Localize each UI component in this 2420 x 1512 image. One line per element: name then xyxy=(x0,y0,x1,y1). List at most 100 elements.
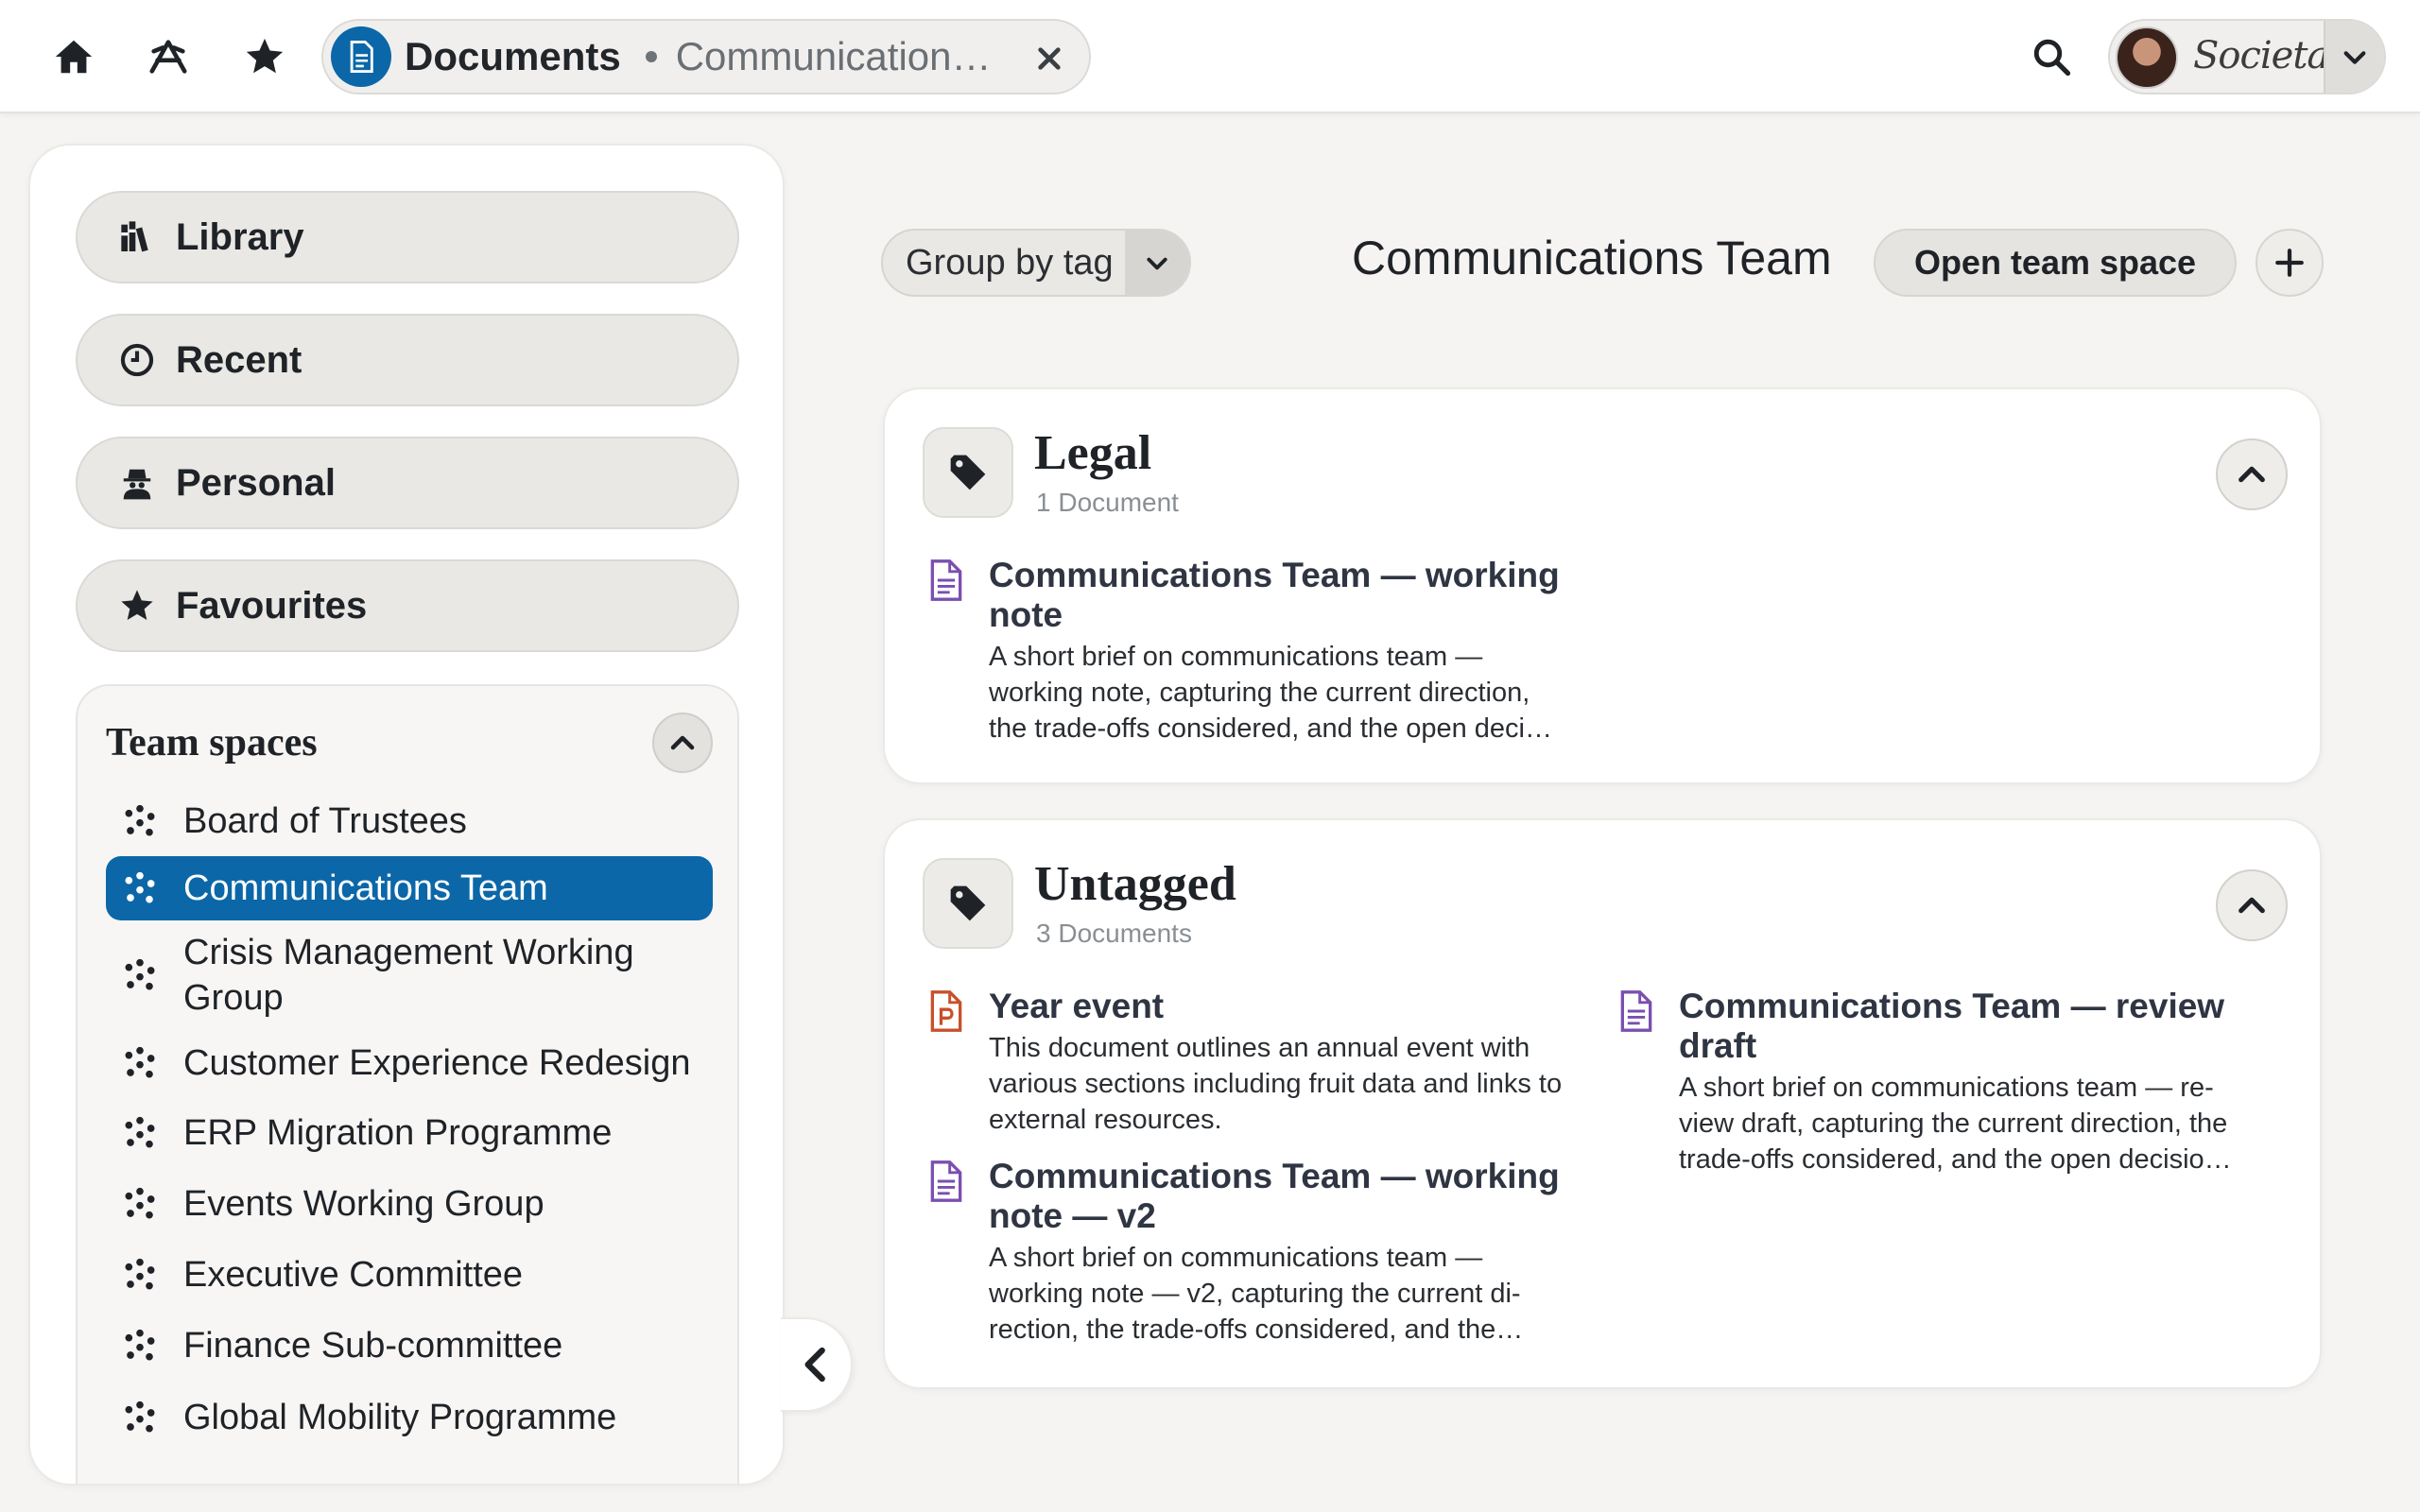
team-item-label: Customer Experience Redesign xyxy=(183,1043,691,1083)
team-icon xyxy=(125,1116,155,1148)
document-title: Communications Team — working note xyxy=(989,556,1560,634)
collapse-sidebar-button[interactable] xyxy=(781,1317,853,1412)
team-item-label: Crisis Management Working Group xyxy=(183,933,634,1018)
chevron-up-icon xyxy=(2238,466,2265,483)
plus-icon xyxy=(2275,249,2304,277)
nav-favourites-label: Favourites xyxy=(176,584,368,627)
team-item-communications-team[interactable]: Communications Team xyxy=(106,856,713,920)
apps-button[interactable] xyxy=(140,28,197,85)
document-item[interactable]: Communications Team — working note — v2 … xyxy=(928,1157,1571,1348)
nav-library[interactable]: Library xyxy=(76,191,739,284)
user-menu-toggle[interactable] xyxy=(2324,21,2384,93)
sidebar: Library Recent Personal Favourites Team … xyxy=(28,144,785,1486)
document-tab-subtitle: Communication… xyxy=(675,34,992,78)
search-icon xyxy=(2033,39,2071,77)
team-item-label: Communications Team xyxy=(183,868,548,908)
close-icon xyxy=(1038,47,1061,70)
separator-dot xyxy=(645,51,657,62)
chevron-up-icon xyxy=(2238,897,2265,914)
document-title: Communications Team — working note — v2 xyxy=(989,1157,1560,1235)
team-item-events-working-group[interactable]: Events Working Group xyxy=(106,1173,713,1235)
open-team-space-button[interactable]: Open team space xyxy=(1874,229,2237,297)
team-item-label: Board of Trustees xyxy=(183,801,467,841)
star-icon xyxy=(246,38,284,74)
group-by-select[interactable]: Group by tag xyxy=(881,229,1191,297)
group-title: Legal xyxy=(1034,426,1152,480)
team-icon xyxy=(125,1258,155,1290)
apps-icon xyxy=(149,40,187,74)
chevron-up-icon xyxy=(670,735,695,750)
nav-recent[interactable]: Recent xyxy=(76,314,739,406)
user-menu[interactable]: Societas xyxy=(2108,19,2386,94)
user-secret-icon xyxy=(115,461,159,505)
group-collapse-button[interactable] xyxy=(2216,869,2288,941)
team-icon xyxy=(125,1187,155,1219)
team-item-label: Executive Committee xyxy=(183,1255,524,1295)
document-description: A short brief on communications team — w… xyxy=(989,642,1552,744)
nav-personal-label: Personal xyxy=(176,461,336,504)
home-button[interactable] xyxy=(45,28,102,85)
chevron-down-icon xyxy=(2343,51,2366,64)
group-count: 3 Documents xyxy=(1036,919,1192,948)
team-item-erp-migration[interactable]: ERP Migration Programme xyxy=(106,1102,713,1164)
group-title: Untagged xyxy=(1034,857,1236,911)
document-title: Communications Team — review draft xyxy=(1679,987,2225,1065)
team-item-label: Events Working Group xyxy=(183,1184,544,1224)
team-item-global-mobility[interactable]: Global Mobility Programme xyxy=(106,1386,713,1449)
search-button[interactable] xyxy=(2023,28,2080,85)
text-document-icon xyxy=(1620,990,1652,1032)
tag-group-legal: Legal 1 Document Communications Team — w… xyxy=(883,387,2322,784)
document-description: A short brief on communications team — r… xyxy=(1679,1073,2232,1175)
document-item[interactable]: Communications Team — review draft A sho… xyxy=(1618,987,2261,1177)
team-item-label: ERP Migration Programme xyxy=(183,1113,613,1153)
nav-favourites[interactable]: Favourites xyxy=(76,559,739,652)
team-item-crisis-management[interactable]: Crisis Management Working Group xyxy=(106,924,713,1026)
nav-personal[interactable]: Personal xyxy=(76,437,739,529)
tag-group-untagged: Untagged 3 Documents Year event This doc… xyxy=(883,818,2322,1389)
team-spaces-heading: Team spaces xyxy=(106,721,318,765)
team-icon xyxy=(125,1400,155,1433)
group-collapse-button[interactable] xyxy=(2216,438,2288,510)
nav-library-label: Library xyxy=(176,215,304,258)
team-icon xyxy=(125,1329,155,1361)
books-icon xyxy=(115,215,159,259)
presentation-icon xyxy=(930,990,962,1032)
star-icon xyxy=(115,584,159,627)
team-item-label: Global Mobility Programme xyxy=(183,1398,617,1437)
nav-recent-label: Recent xyxy=(176,338,302,381)
team-item-customer-experience[interactable]: Customer Experience Redesign xyxy=(106,1032,713,1094)
clock-icon xyxy=(115,338,159,382)
text-document-icon xyxy=(930,1160,962,1202)
team-icon xyxy=(125,958,155,990)
document-title: Year event xyxy=(989,987,1165,1025)
team-item-board-of-trustees[interactable]: Board of Trustees xyxy=(106,790,713,852)
text-document-icon xyxy=(930,559,962,601)
document-icon xyxy=(331,26,391,87)
top-bar: Documents Communication… Societas xyxy=(0,0,2420,113)
team-icon xyxy=(125,871,155,903)
tag-icon xyxy=(923,858,1013,949)
document-item[interactable]: Year event This document outlines an ann… xyxy=(928,987,1571,1138)
add-document-button[interactable] xyxy=(2256,229,2324,297)
team-item-executive-committee[interactable]: Executive Committee xyxy=(106,1244,713,1306)
document-tab-title: Documents xyxy=(405,34,621,78)
document-description: A short brief on communications team — w… xyxy=(989,1243,1524,1345)
group-by-value: Group by tag xyxy=(906,242,1114,283)
team-spaces-collapse-button[interactable] xyxy=(652,713,713,773)
team-item-label: Finance Sub-committee xyxy=(183,1326,563,1366)
team-item-finance-sub-committee[interactable]: Finance Sub-committee xyxy=(106,1314,713,1377)
document-description: This document outlines an annual event w… xyxy=(989,1033,1563,1135)
group-count: 1 Document xyxy=(1036,488,1179,517)
chevron-left-icon xyxy=(804,1347,825,1383)
avatar[interactable] xyxy=(2116,26,2178,89)
home-icon xyxy=(55,40,93,74)
close-tab-button[interactable] xyxy=(1028,38,1070,79)
team-icon xyxy=(125,804,155,836)
chevron-down-icon xyxy=(1125,231,1189,295)
favourites-button[interactable] xyxy=(236,28,293,85)
team-spaces-panel: Team spaces Board of Trustees Communicat… xyxy=(76,684,739,1484)
document-item[interactable]: Communications Team — working note A sho… xyxy=(928,556,1571,747)
team-icon xyxy=(125,1046,155,1078)
document-tab[interactable]: Documents Communication… xyxy=(321,19,1091,94)
tag-icon xyxy=(923,427,1013,518)
